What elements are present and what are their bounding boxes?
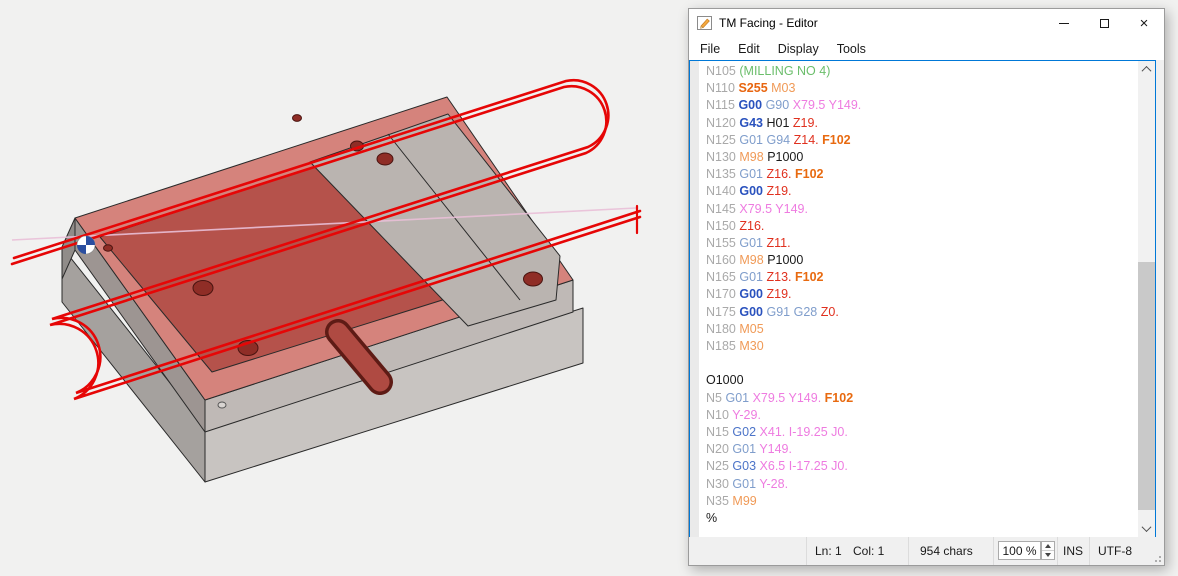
code-line[interactable]: N150 Z16. (706, 218, 1138, 235)
app-root: TM Facing - Editor × File Edit Display T… (0, 0, 1178, 576)
status-char-count: 954 chars (920, 537, 973, 565)
scroll-down-button[interactable] (1138, 520, 1155, 537)
code-line[interactable]: N15 G02 X41. I-19.25 J0. (706, 424, 1138, 441)
code-line[interactable]: N135 G01 Z16. F102 (706, 166, 1138, 183)
maximize-button[interactable] (1084, 9, 1124, 37)
status-encoding: UTF-8 (1098, 537, 1132, 565)
status-column-number: Col: 1 (853, 537, 884, 565)
statusbar-separator (908, 537, 909, 565)
code-line[interactable]: N115 G00 G90 X79.5 Y149. (706, 97, 1138, 114)
code-line[interactable]: O1000 (706, 372, 1138, 389)
code-line[interactable]: N155 G01 Z11. (706, 235, 1138, 252)
zoom-level-field[interactable]: 100 % (998, 541, 1041, 560)
status-insert-mode: INS (1063, 537, 1083, 565)
zoom-decrease-button[interactable] (1042, 550, 1054, 559)
code-line[interactable]: N140 G00 Z19. (706, 183, 1138, 200)
code-line[interactable]: N110 S255 M03 (706, 80, 1138, 97)
minimize-icon (1059, 23, 1069, 24)
code-line[interactable]: N20 G01 Y149. (706, 441, 1138, 458)
spin-up-icon (1045, 544, 1051, 548)
code-line[interactable] (706, 355, 1138, 372)
close-button[interactable]: × (1124, 9, 1164, 37)
editor-window: TM Facing - Editor × File Edit Display T… (688, 8, 1165, 566)
code-line[interactable]: N145 X79.5 Y149. (706, 201, 1138, 218)
code-line[interactable]: N125 G01 G94 Z14. F102 (706, 132, 1138, 149)
chevron-up-icon (1142, 66, 1152, 76)
statusbar-separator (1057, 537, 1058, 565)
code-line[interactable]: N35 M99 (706, 493, 1138, 510)
code-line[interactable]: N105 (MILLING NO 4) (706, 63, 1138, 80)
title-bar[interactable]: TM Facing - Editor × (689, 9, 1164, 37)
zoom-spinner (1041, 541, 1055, 560)
code-line[interactable]: % (706, 510, 1138, 527)
origin-marker (77, 236, 95, 254)
code-line[interactable]: N170 G00 Z19. (706, 286, 1138, 303)
scrollbar-thumb[interactable] (1138, 262, 1155, 510)
zoom-increase-button[interactable] (1042, 542, 1054, 550)
menu-edit[interactable]: Edit (729, 39, 769, 59)
viewport-3d[interactable] (0, 0, 688, 576)
code-line[interactable]: N180 M05 (706, 321, 1138, 338)
code-line[interactable]: N185 M30 (706, 338, 1138, 355)
menu-file[interactable]: File (691, 39, 729, 59)
code-editor[interactable]: N105 (MILLING NO 4)N110 S255 M03N115 G00… (689, 60, 1156, 538)
editor-app-icon (697, 15, 713, 31)
code-line[interactable]: N10 Y-29. (706, 407, 1138, 424)
menu-display[interactable]: Display (769, 39, 828, 59)
code-line[interactable]: N165 G01 Z13. F102 (706, 269, 1138, 286)
code-lines[interactable]: N105 (MILLING NO 4)N110 S255 M03N115 G00… (699, 61, 1138, 537)
code-line[interactable]: N130 M98 P1000 (706, 149, 1138, 166)
minimize-button[interactable] (1044, 9, 1084, 37)
code-line[interactable]: N25 G03 X6.5 I-17.25 J0. (706, 458, 1138, 475)
window-title: TM Facing - Editor (719, 16, 818, 30)
chevron-down-icon (1142, 522, 1152, 532)
code-line[interactable]: N175 G00 G91 G28 Z0. (706, 304, 1138, 321)
resize-grip[interactable] (1151, 552, 1161, 562)
code-line[interactable]: N30 G01 Y-28. (706, 476, 1138, 493)
status-bar: Ln: 1 Col: 1 954 chars 100 % INS UTF-8 (689, 537, 1164, 565)
statusbar-separator (993, 537, 994, 565)
menu-tools[interactable]: Tools (828, 39, 875, 59)
code-line[interactable]: N120 G43 H01 Z19. (706, 115, 1138, 132)
statusbar-separator (1089, 537, 1090, 565)
status-line-number: Ln: 1 (815, 537, 842, 565)
code-line[interactable]: N160 M98 P1000 (706, 252, 1138, 269)
spin-down-icon (1045, 553, 1051, 557)
scroll-up-button[interactable] (1138, 61, 1155, 78)
vertical-scrollbar[interactable] (1138, 61, 1155, 537)
maximize-icon (1100, 19, 1109, 28)
selection-margin (690, 61, 699, 537)
menu-bar: File Edit Display Tools (689, 37, 1164, 60)
close-icon: × (1140, 16, 1149, 31)
statusbar-separator (806, 537, 807, 565)
code-line[interactable]: N5 G01 X79.5 Y149. F102 (706, 390, 1138, 407)
